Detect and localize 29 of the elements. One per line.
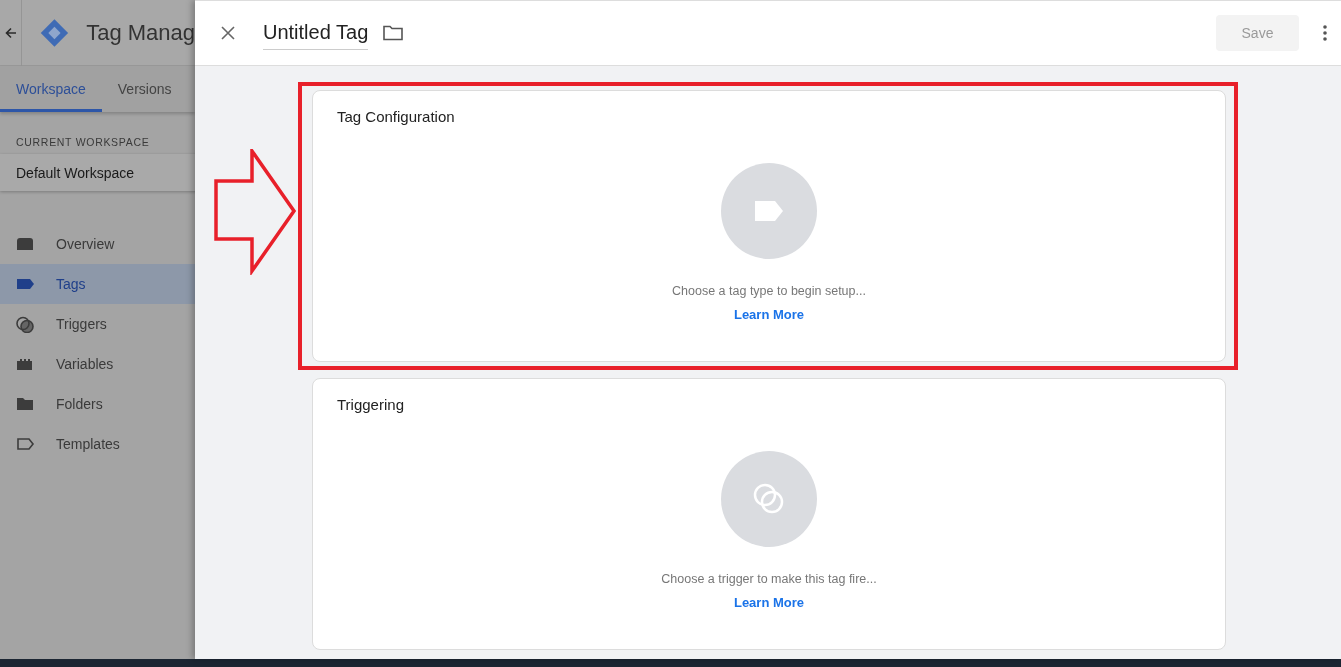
nav-item[interactable]: Folders	[0, 384, 195, 424]
nav-item[interactable]: Variables	[0, 344, 195, 384]
tab[interactable]: Workspace	[0, 66, 102, 112]
nav-item[interactable]: Templates	[0, 424, 195, 464]
nav-item[interactable]: Overview	[0, 224, 195, 264]
close-button[interactable]	[221, 26, 235, 40]
circles-icon	[753, 483, 785, 515]
card-title: Tag Configuration	[337, 108, 455, 125]
folder-icon	[16, 395, 35, 413]
learn-more-link[interactable]: Learn More	[733, 595, 805, 610]
hint-text: Choose a trigger to make this tag fire...	[661, 572, 877, 586]
nav-item[interactable]: Triggers	[0, 304, 195, 344]
section-label: CURRENT WORKSPACE	[16, 136, 151, 148]
workspace-selector[interactable]: Default Workspace	[0, 154, 195, 191]
more-vert-icon	[1323, 25, 1327, 41]
tag-name-field[interactable]: Untitled Tag	[263, 16, 369, 50]
back-arrow-icon	[4, 26, 17, 39]
tag-outline-icon	[16, 435, 35, 453]
app-title: Tag Manag	[86, 19, 195, 46]
folder-icon	[383, 25, 404, 41]
nav-item[interactable]: Tags	[0, 264, 195, 304]
close-icon	[221, 26, 235, 40]
circles-icon	[16, 315, 35, 333]
dashboard-icon	[16, 235, 35, 253]
learn-more-link[interactable]: Learn More	[733, 307, 805, 322]
tag-icon	[753, 199, 785, 223]
card-title: Triggering	[337, 396, 404, 413]
tab[interactable]: Versions	[101, 66, 188, 112]
hint-text: Choose a tag type to begin setup...	[672, 284, 866, 298]
